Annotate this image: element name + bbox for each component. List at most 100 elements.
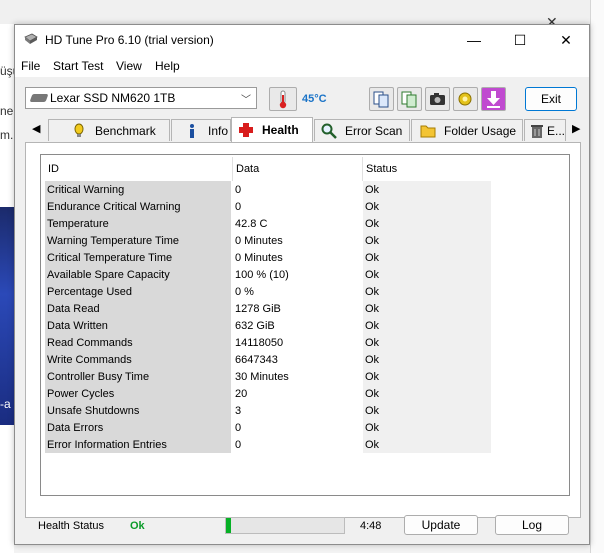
table-cell-id: Available Spare Capacity [45,266,231,283]
column-header-id[interactable]: ID [45,157,231,181]
background-text-fragment: m. [0,128,14,142]
table-cell-status: Ok [363,283,491,300]
table-cell-data: 0 % [233,283,361,300]
menu-file[interactable]: File [21,59,40,73]
table-cell-id: Percentage Used [45,283,231,300]
table-cell-id: Temperature [45,215,231,232]
background-window-right [590,0,604,553]
tab-error-scan[interactable]: Error Scan [314,119,410,141]
copy-all-icon [401,91,417,108]
camera-icon [430,93,445,105]
table-cell-id: Write Commands [45,351,231,368]
table-row[interactable]: Power Cycles 20 Ok [45,385,491,402]
temperature-readout: 45°C [302,93,327,105]
exit-button[interactable]: Exit [525,87,577,111]
column-header-status[interactable]: Status [363,157,491,181]
table-cell-data: 100 % (10) [233,266,361,283]
table-cell-status: Ok [363,215,491,232]
table-cell-status: Ok [363,232,491,249]
table-cell-data: 42.8 C [233,215,361,232]
title-bar[interactable]: HD Tune Pro 6.10 (trial version) — ☐ ✕ [15,25,589,55]
update-button[interactable]: Update [404,515,478,535]
background-window-top [0,0,604,24]
folder-icon [420,123,436,139]
table-cell-status: Ok [363,419,491,436]
tab-folder-usage[interactable]: Folder Usage [411,119,523,141]
log-button[interactable]: Log [495,515,569,535]
table-row[interactable]: Controller Busy Time 30 Minutes Ok [45,368,491,385]
health-icon [238,122,254,138]
table-cell-data: 0 [233,436,361,453]
tab-scroll-left-icon[interactable]: ◀ [32,122,40,135]
table-row[interactable]: Percentage Used 0 % Ok [45,283,491,300]
table-row[interactable]: Write Commands 6647343 Ok [45,351,491,368]
disk-icon [29,94,49,102]
table-row[interactable]: Unsafe Shutdowns 3 Ok [45,402,491,419]
status-footer: Health Status Ok 4:48 Update Log [15,513,589,543]
health-panel: ID Data Status Critical Warning 0 Ok Endura… [25,142,581,518]
table-row[interactable]: Data Written 632 GiB Ok [45,317,491,334]
chevron-down-icon: ﹀ [241,95,251,106]
options-button[interactable] [453,87,478,111]
copy-text-button[interactable] [369,87,394,111]
progress-fill [226,518,231,533]
table-row[interactable]: Endurance Critical Warning 0 Ok [45,198,491,215]
trash-icon [529,123,545,139]
tab-label: Folder Usage [444,123,517,138]
table-cell-status: Ok [363,334,491,351]
app-icon [24,33,38,44]
table-cell-status: Ok [363,249,491,266]
table-cell-id: Warning Temperature Time [45,232,231,249]
window-title: HD Tune Pro 6.10 (trial version) [45,33,214,47]
table-row[interactable]: Temperature 42.8 C Ok [45,215,491,232]
tab-bar: ◀ Benchmark Info Health Error Scan Folde… [25,117,581,142]
table-row[interactable]: Data Errors 0 Ok [45,419,491,436]
screenshot-button[interactable] [425,87,450,111]
tab-scroll-right-icon[interactable]: ▶ [572,122,580,135]
tab-label: Error Scan [345,123,403,138]
info-icon [184,123,200,139]
table-row[interactable]: Read Commands 14118050 Ok [45,334,491,351]
tab-erase[interactable]: E... [524,119,566,141]
table-cell-status: Ok [363,385,491,402]
menu-view[interactable]: View [116,59,142,73]
drive-select[interactable]: Lexar SSD NM620 1TB ﹀ [25,87,257,109]
table-cell-data: 20 [233,385,361,402]
close-button[interactable]: ✕ [543,25,589,55]
temperature-button[interactable] [269,87,297,111]
table-cell-status: Ok [363,266,491,283]
menu-start-test[interactable]: Start Test [53,59,103,73]
tab-info[interactable]: Info [171,119,231,141]
maximize-button[interactable]: ☐ [497,25,543,55]
table-cell-status: Ok [363,402,491,419]
minimize-button[interactable]: — [451,25,497,55]
maximize-icon: ☐ [513,31,527,48]
tab-label: E... [547,123,566,138]
column-header-data[interactable]: Data [233,157,361,181]
thermometer-icon [279,90,287,109]
copy-all-button[interactable] [397,87,422,111]
download-arrow-icon [487,91,500,108]
table-cell-data: 632 GiB [233,317,361,334]
table-cell-id: Critical Temperature Time [45,249,231,266]
table-row[interactable]: Available Spare Capacity 100 % (10) Ok [45,266,491,283]
background-text-fragment: ne [0,104,14,118]
table-row[interactable]: Error Information Entries 0 Ok [45,436,491,453]
table-cell-id: Data Errors [45,419,231,436]
table-row[interactable]: Data Read 1278 GiB Ok [45,300,491,317]
table-cell-data: 6647343 [233,351,361,368]
tab-health[interactable]: Health [231,117,313,142]
table-cell-id: Data Written [45,317,231,334]
smart-table[interactable]: ID Data Status Critical Warning 0 Ok Endura… [40,154,570,496]
save-button[interactable] [481,87,506,111]
table-cell-status: Ok [363,198,491,215]
table-row[interactable]: Critical Temperature Time 0 Minutes Ok [45,249,491,266]
table-row[interactable]: Critical Warning 0 Ok [45,181,491,198]
tab-label: Info [208,123,229,138]
tab-benchmark[interactable]: Benchmark [48,119,170,141]
table-cell-id: Critical Warning [45,181,231,198]
table-row[interactable]: Warning Temperature Time 0 Minutes Ok [45,232,491,249]
table-cell-id: Endurance Critical Warning [45,198,231,215]
table-cell-status: Ok [363,436,491,453]
menu-help[interactable]: Help [155,59,180,73]
